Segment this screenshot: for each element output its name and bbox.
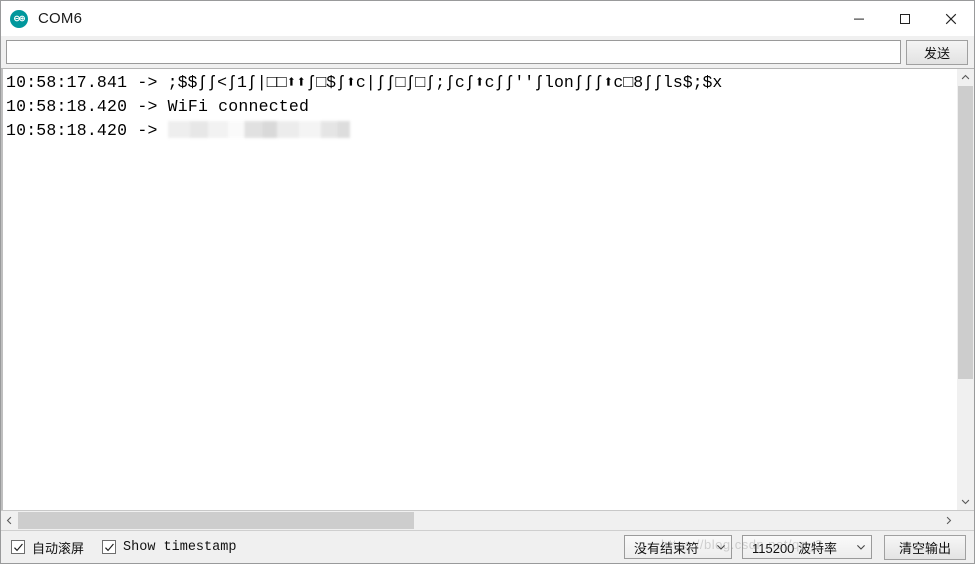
console-line: 10:58:17.841 -> ;$$ʃʃ<ʃ1ʃ|□□⬆⬆ʃ□$ʃ⬆c|ʃʃ□… — [3, 71, 956, 95]
baud-rate-dropdown[interactable]: 115200 波特率 — [742, 535, 872, 559]
vertical-scrollbar[interactable] — [956, 69, 974, 510]
scrollbar-corner — [957, 511, 974, 530]
horizontal-scroll-thumb[interactable] — [18, 512, 415, 529]
chevron-down-icon — [716, 542, 726, 552]
window-title: COM6 — [38, 10, 83, 27]
autoscroll-checkbox[interactable] — [11, 540, 25, 554]
horizontal-scroll-track[interactable] — [18, 511, 940, 530]
check-icon — [104, 543, 114, 551]
console-output[interactable]: 10:58:17.841 -> ;$$ʃʃ<ʃ1ʃ|□□⬆⬆ʃ□$ʃ⬆c|ʃʃ□… — [1, 69, 956, 510]
chevron-left-icon[interactable] — [1, 511, 18, 530]
send-button[interactable]: 发送 — [906, 39, 968, 65]
redacted-text-block — [167, 121, 350, 138]
send-bar: 发送 — [1, 36, 974, 68]
chevron-up-icon[interactable] — [957, 69, 974, 86]
vertical-scroll-thumb[interactable] — [958, 86, 973, 380]
line-text: WiFi connected — [167, 97, 310, 116]
check-icon — [13, 543, 23, 551]
serial-monitor-window: COM6 发送 10:58:17.841 -> ;$$ʃʃ<ʃ1ʃ|□□⬆⬆ʃ□… — [0, 0, 975, 564]
autoscroll-label: 自动滚屏 — [32, 540, 85, 556]
minimize-icon[interactable] — [836, 1, 882, 36]
line-timestamp: 10:58:18.420 — [6, 121, 128, 140]
status-bar: 自动滚屏 Show timestamp 没有结束符 115200 波特率 清空输… — [1, 530, 974, 563]
line-text: ;$$ʃʃ<ʃ1ʃ|□□⬆⬆ʃ□$ʃ⬆c|ʃʃ□ʃ□ʃ;ʃcʃ⬆cʃʃ''ʃlo… — [167, 73, 723, 92]
line-ending-value: 没有结束符 — [634, 540, 700, 556]
console-line: 10:58:18.420 -> — [3, 119, 956, 143]
baud-rate-value: 115200 波特率 — [752, 540, 838, 556]
autoscroll-checkbox-group[interactable]: 自动滚屏 — [11, 538, 84, 557]
console-area: 10:58:17.841 -> ;$$ʃʃ<ʃ1ʃ|□□⬆⬆ʃ□$ʃ⬆c|ʃʃ□… — [1, 68, 974, 510]
show-timestamp-checkbox-group[interactable]: Show timestamp — [102, 540, 236, 555]
line-arrow: -> — [137, 97, 158, 116]
window-controls — [836, 1, 974, 36]
vertical-scroll-track[interactable] — [957, 86, 974, 493]
clear-output-button[interactable]: 清空输出 — [884, 534, 966, 560]
close-icon[interactable] — [928, 1, 974, 36]
chevron-down-icon[interactable] — [957, 493, 974, 510]
arduino-logo-icon — [10, 9, 28, 28]
line-arrow: -> — [137, 121, 158, 140]
line-timestamp: 10:58:18.420 — [6, 97, 128, 116]
show-timestamp-label: Show timestamp — [123, 539, 237, 555]
send-input[interactable] — [6, 40, 901, 64]
title-bar: COM6 — [1, 1, 974, 36]
horizontal-scrollbar[interactable] — [1, 510, 974, 530]
line-ending-dropdown[interactable]: 没有结束符 — [624, 535, 732, 559]
show-timestamp-checkbox[interactable] — [102, 540, 117, 554]
chevron-down-icon — [856, 542, 866, 552]
console-line: 10:58:18.420 -> WiFi connected — [3, 95, 956, 119]
line-timestamp: 10:58:17.841 — [6, 73, 128, 92]
line-arrow: -> — [137, 73, 158, 92]
chevron-right-icon[interactable] — [940, 511, 957, 530]
maximize-icon[interactable] — [882, 1, 928, 36]
